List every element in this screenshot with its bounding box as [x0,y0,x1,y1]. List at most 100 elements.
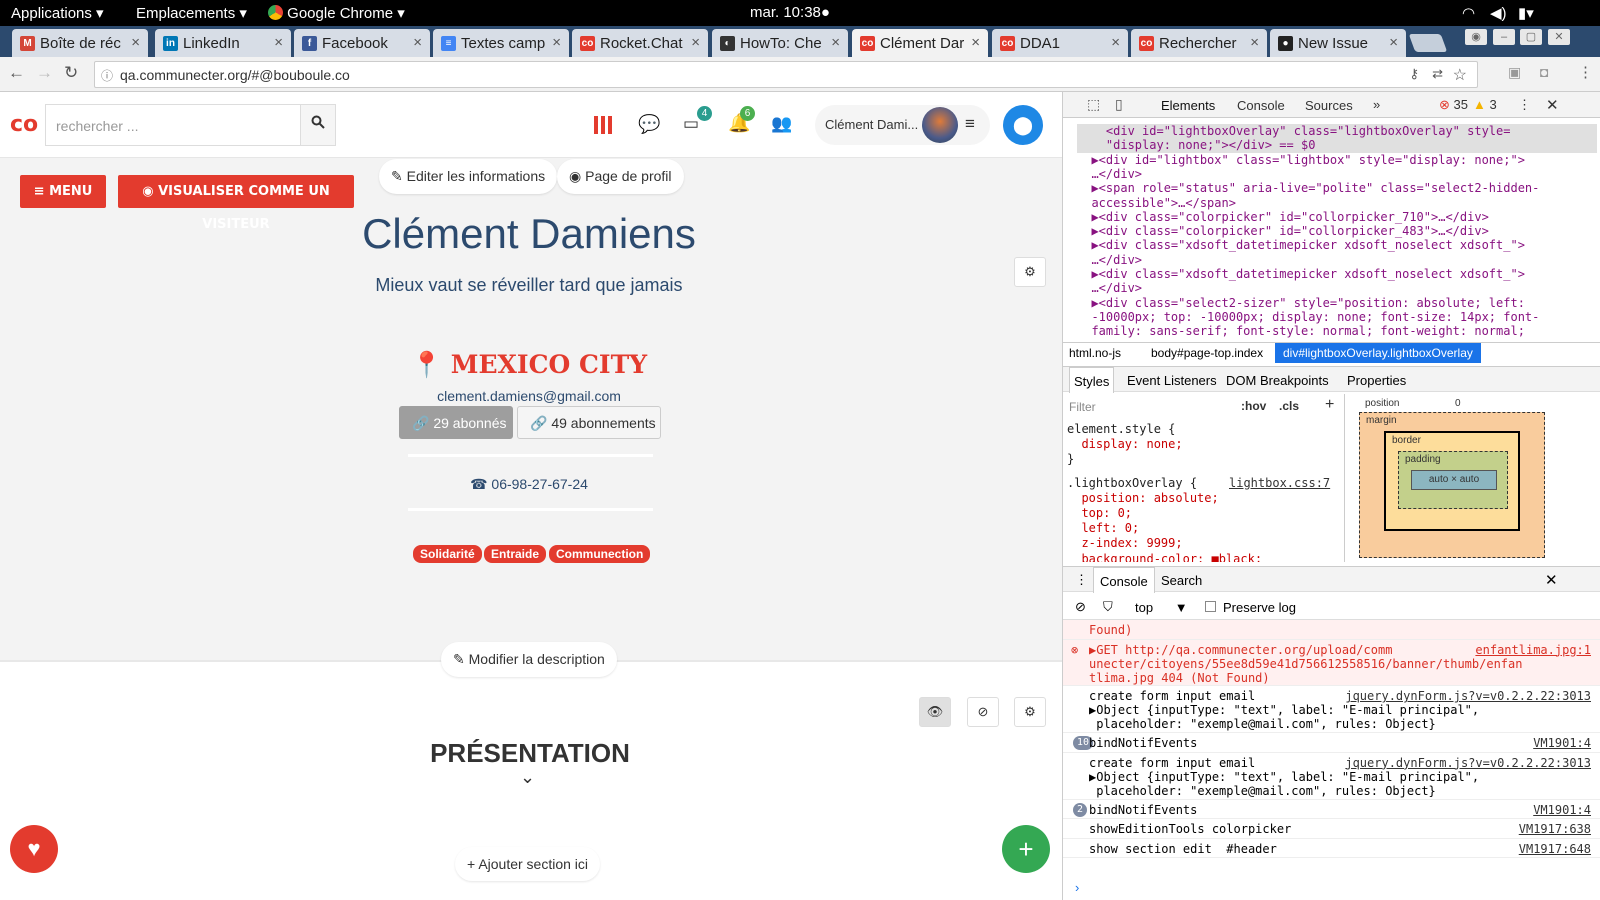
favorite-button[interactable]: ♥ [10,825,58,873]
tab-elements[interactable]: Elements [1161,98,1215,113]
console-source-link[interactable]: VM1901:4 [1533,803,1591,817]
css-line[interactable]: z-index: 9999; [1067,536,1182,551]
console-message[interactable]: show section edit #header VM1917:648 [1063,839,1600,859]
clock[interactable]: mar. 10:38● [750,4,830,21]
css-line[interactable]: element.style { [1067,422,1175,437]
browser-tab[interactable]: M Boîte de réc × [12,29,148,57]
dom-node-line[interactable]: …</div> [1077,167,1597,182]
dom-node-line[interactable]: family: sans-serif; font-style: normal; … [1077,324,1597,339]
site-search-input[interactable]: rechercher ... [45,104,301,146]
console-message[interactable]: create form input email ▶Object {inputTy… [1063,686,1600,734]
reload-icon[interactable]: ↻ [64,63,78,83]
tab-properties[interactable]: Properties [1347,373,1406,388]
tag-badge[interactable]: Solidarité [413,545,482,563]
forward-icon[interactable]: → [36,63,53,83]
tab-close-icon[interactable]: × [413,34,422,51]
inbox-icon[interactable]: ▭ [683,114,699,134]
tab-close-icon[interactable]: × [552,34,561,51]
device-toolbar-icon[interactable]: ▯ [1115,96,1123,113]
tab-close-icon[interactable]: × [971,34,980,51]
bookmark-star-icon[interactable]: ☆ [1453,65,1467,85]
console-source-link[interactable]: jquery.dynForm.js?v=v0.2.2.22:3013 [1345,689,1591,703]
console-message[interactable]: ⊗ ▶GET http://qa.communecter.org/upload/c… [1063,639,1600,687]
extension-lock-icon[interactable]: ◘ [1540,64,1548,80]
console-message[interactable]: Found) [1063,620,1600,640]
chrome-menu[interactable]: Google Chrome ▾ [268,4,405,22]
hamburger-icon[interactable]: ≡ [965,114,975,134]
tab-styles[interactable]: Styles [1069,367,1115,393]
minimize-icon[interactable]: – [1493,29,1515,45]
following-button[interactable]: 🔗 49 abonnements [517,406,661,439]
battery-icon[interactable]: ▮▾ [1518,4,1534,22]
browser-tab[interactable]: co DDA1 × [992,29,1128,57]
tab-event-listeners[interactable]: Event Listeners [1127,373,1217,388]
chevron-down-icon[interactable]: ⌄ [520,767,535,788]
preserve-log-checkbox[interactable] [1205,601,1216,612]
tab-close-icon[interactable]: × [1250,34,1259,51]
console-message[interactable]: 2 bindNotifEvents VM1901:4 [1063,800,1600,820]
dom-node-line[interactable]: …</div> [1077,281,1597,296]
places-menu[interactable]: Emplacements ▾ [136,4,247,22]
dom-node-line[interactable]: ▶<div class="select2-sizer" style="posit… [1077,296,1597,311]
maximize-icon[interactable]: ▢ [1520,29,1542,45]
search-button[interactable] [300,104,336,146]
drawer-menu-icon[interactable]: ⋮ [1075,572,1088,588]
css-line[interactable]: background-color: ■black; [1067,552,1262,562]
browser-tab[interactable]: in LinkedIn × [155,29,291,57]
css-line[interactable]: .lightboxOverlay { [1067,476,1197,491]
volume-icon[interactable]: ◀) [1490,4,1507,22]
chrome-menu-icon[interactable]: ⋮ [1578,63,1593,81]
styles-filter-input[interactable]: Filter [1069,400,1096,414]
tag-badge[interactable]: Communection [549,545,651,563]
browser-tab[interactable]: co Rocket.Chat × [572,29,708,57]
new-tab-button[interactable] [1408,34,1448,52]
tab-close-icon[interactable]: × [691,34,700,51]
apps-grid-icon[interactable] [594,116,612,134]
dom-node-line[interactable]: ▶<div id="lightbox" class="lightbox" sty… [1077,153,1597,168]
tab-close-icon[interactable]: × [831,34,840,51]
browser-tab[interactable]: co Clément Dar × [852,29,988,57]
menu-button[interactable]: ≡ MENU [20,175,106,208]
breadcrumb-item[interactable]: body#page-top.index [1151,346,1263,360]
tag-badge[interactable]: Entraide [484,545,547,563]
console-prompt[interactable]: › [1075,880,1079,895]
url-field[interactable]: ⓘ qa.communecter.org/#@bouboule.co ☆ ⇄ ⚷ [94,61,1478,88]
css-source-link[interactable]: lightbox.css:7 [1229,476,1330,491]
drawer-tab-console[interactable]: Console [1093,567,1155,593]
console-source-link[interactable]: enfantlima.jpg:1 [1475,643,1591,657]
translate-icon[interactable]: ⇄ [1432,66,1443,82]
css-line[interactable]: position: absolute; [1067,491,1218,506]
community-icon[interactable]: 👥 [771,114,792,134]
settings-gear-button[interactable]: ⚙ [1014,257,1046,287]
section-settings-button[interactable]: ⚙ [1014,697,1046,727]
context-select[interactable]: top ▼ [1135,600,1188,615]
tab-console[interactable]: Console [1237,98,1285,113]
site-logo[interactable]: co [10,112,38,137]
inspect-icon[interactable]: ⬚ [1087,96,1100,113]
browser-tab[interactable]: ● New Issue × [1270,29,1406,57]
breadcrumb-item-active[interactable]: div#lightboxOverlay.lightboxOverlay [1275,343,1481,363]
console-message[interactable]: 10 bindNotifEvents VM1901:4 [1063,733,1600,753]
edit-info-button[interactable]: ✎ Editer les informations [379,159,558,194]
hide-section-button[interactable]: ⊘ [967,697,999,727]
tab-close-icon[interactable]: × [1389,34,1398,51]
dom-node-line[interactable]: ▶<div class="colorpicker" id="collorpick… [1077,210,1597,225]
close-icon[interactable]: ✕ [1546,96,1559,114]
browser-tab[interactable]: f Facebook × [294,29,430,57]
drawer-close-icon[interactable]: ✕ [1545,571,1558,589]
console-message[interactable]: create form input email ▶Object {inputTy… [1063,753,1600,800]
breadcrumb-item[interactable]: html.no-js [1069,346,1121,360]
applications-menu[interactable]: Applications ▾ [11,4,104,22]
console-source-link[interactable]: VM1917:638 [1519,822,1591,836]
browser-tab[interactable]: ≡ Textes camp × [433,29,569,57]
edit-description-button[interactable]: ✎ Modifier la description [441,642,617,677]
add-fab-button[interactable]: + [1002,825,1050,873]
dom-node-line[interactable]: -10000px; top: -10000px; display: none; … [1077,310,1597,325]
location-button[interactable]: ⬤ [1003,105,1043,145]
user-menu[interactable]: Clément Dami... ≡ [815,105,990,145]
tab-close-icon[interactable]: × [1111,34,1120,51]
warning-count[interactable]: ▲ 3 [1473,97,1497,112]
view-toggle-button[interactable]: 👁 [919,697,951,727]
add-section-button[interactable]: + Ajouter section ici [455,847,601,881]
browser-tab[interactable]: ◐ HowTo: Che × [712,29,848,57]
